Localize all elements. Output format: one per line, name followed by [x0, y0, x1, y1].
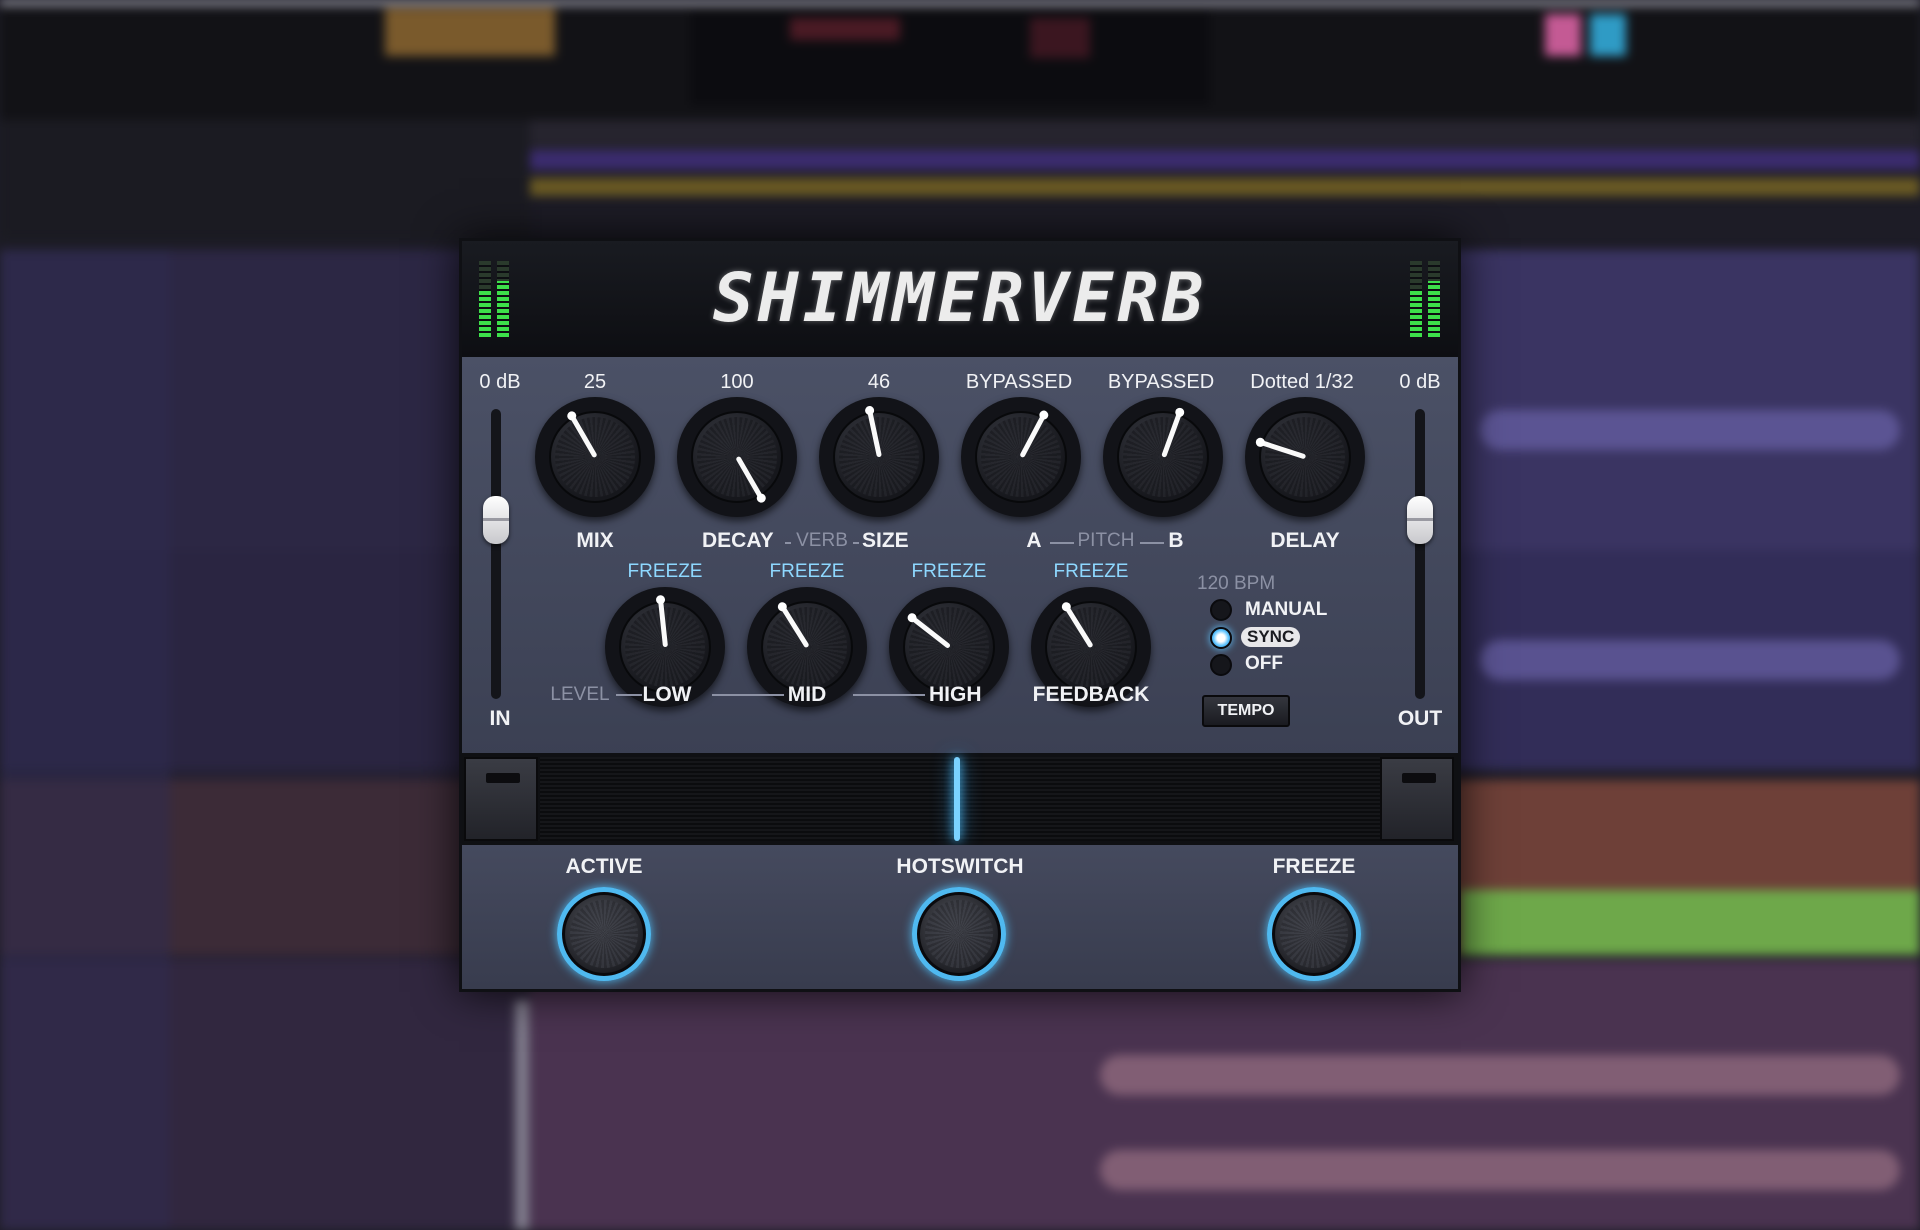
high-label: HIGH — [929, 683, 982, 706]
daw-waveform — [1100, 1055, 1900, 1095]
input-label: IN — [489, 707, 511, 730]
decay-value: 100 — [720, 371, 754, 393]
delay-knob[interactable] — [1245, 397, 1365, 517]
size-label: SIZE — [862, 529, 909, 552]
waveform-display — [462, 753, 1458, 845]
pitch-b-label: B — [1168, 529, 1184, 552]
daw-clip — [1460, 890, 1920, 955]
active-label: ACTIVE — [565, 855, 643, 878]
sync-manual-label[interactable]: MANUAL — [1245, 599, 1327, 621]
sync-off-radio[interactable] — [1210, 654, 1232, 676]
plugin-header: SHIMMERVERB — [462, 241, 1458, 357]
delay-value: Dotted 1/32 — [1250, 371, 1354, 393]
feedback-label: FEEDBACK — [1032, 683, 1150, 706]
freeze-footswitch[interactable] — [1267, 887, 1361, 981]
shimmerverb-plugin-window: SHIMMERVERB 0 dB IN 0 dB OUT 25 100 46 B… — [459, 238, 1461, 992]
control-panel: 0 dB IN 0 dB OUT 25 100 46 BYPASSED BYPA… — [462, 357, 1458, 757]
sync-manual-radio[interactable] — [1210, 599, 1232, 621]
plugin-title: SHIMMERVERB — [712, 259, 1208, 338]
verb-group-label: VERB — [796, 530, 848, 551]
hotswitch-label: HOTSWITCH — [896, 855, 1024, 878]
input-gain-value: 0 dB — [479, 371, 521, 393]
daw-waveform — [1480, 640, 1900, 680]
mix-label: MIX — [576, 529, 614, 552]
level-group-label: LEVEL — [550, 684, 610, 705]
bpm-readout: 120 BPM — [1197, 573, 1276, 594]
daw-lcd-readout-2 — [1030, 18, 1090, 58]
display-screen — [540, 757, 1380, 841]
sync-off-label[interactable]: OFF — [1245, 653, 1283, 675]
daw-top-border — [0, 0, 1920, 6]
daw-transport-buttons — [385, 8, 555, 56]
delay-label: DELAY — [1270, 529, 1340, 552]
display-right-end-cap — [1380, 757, 1454, 841]
decay-label: DECAY — [702, 529, 774, 552]
daw-arranger-track — [530, 178, 1920, 196]
low-label: LOW — [642, 683, 692, 706]
pitch-a-label: A — [1026, 529, 1042, 552]
mid-freeze-value: FREEZE — [769, 561, 845, 582]
output-fader-handle[interactable] — [1407, 496, 1433, 545]
meter-bar-lit — [1410, 289, 1422, 337]
pitch-group-label: PITCH — [1077, 530, 1135, 551]
divider — [853, 542, 859, 544]
daw-lcd-readout — [790, 18, 900, 40]
divider — [712, 694, 784, 696]
daw-track-headers — [0, 250, 170, 1230]
daw-inspector — [0, 120, 530, 240]
divider — [785, 542, 791, 544]
daw-waveform — [1480, 410, 1900, 450]
divider — [1140, 542, 1164, 544]
mid-label: MID — [787, 683, 827, 706]
display-left-end-cap — [464, 757, 538, 841]
output-label: OUT — [1397, 707, 1443, 730]
daw-waveform — [1100, 1150, 1900, 1190]
divider — [616, 694, 642, 696]
sync-sync-label[interactable]: SYNC — [1241, 627, 1301, 647]
output-gain-value: 0 dB — [1399, 371, 1441, 393]
output-fader-track[interactable] — [1415, 409, 1425, 699]
shimmer-indicator-line — [954, 757, 960, 841]
size-knob[interactable] — [819, 397, 939, 517]
daw-marker-track — [530, 150, 1920, 170]
input-fader-handle[interactable] — [483, 496, 509, 545]
sync-sync-radio[interactable] — [1210, 627, 1232, 649]
meter-bar-lit — [1428, 281, 1440, 337]
pitch-b-knob[interactable] — [1103, 397, 1223, 517]
divider — [1050, 542, 1074, 544]
hotswitch-footswitch[interactable] — [912, 887, 1006, 981]
size-value: 46 — [867, 371, 891, 393]
daw-lcd-display — [690, 10, 1210, 105]
input-fader-track[interactable] — [491, 409, 501, 699]
active-footswitch[interactable] — [557, 887, 651, 981]
pitch-a-value: BYPASSED — [965, 371, 1073, 393]
divider — [853, 694, 925, 696]
daw-pink-button — [1545, 14, 1581, 56]
pitch-a-knob[interactable] — [961, 397, 1081, 517]
mix-value: 25 — [583, 371, 607, 393]
daw-ruler — [530, 120, 1920, 148]
low-freeze-value: FREEZE — [627, 561, 703, 582]
freeze-label: FREEZE — [1272, 855, 1356, 878]
high-freeze-value: FREEZE — [911, 561, 987, 582]
footswitch-panel: ACTIVE HOTSWITCH FREEZE — [462, 845, 1458, 989]
daw-cyan-button — [1590, 14, 1626, 56]
output-level-meter — [1408, 261, 1450, 337]
decay-knob[interactable] — [677, 397, 797, 517]
tempo-button[interactable]: TEMPO — [1202, 695, 1290, 727]
pitch-b-value: BYPASSED — [1107, 371, 1215, 393]
mix-knob[interactable] — [535, 397, 655, 517]
daw-scrollbar — [515, 1000, 529, 1230]
